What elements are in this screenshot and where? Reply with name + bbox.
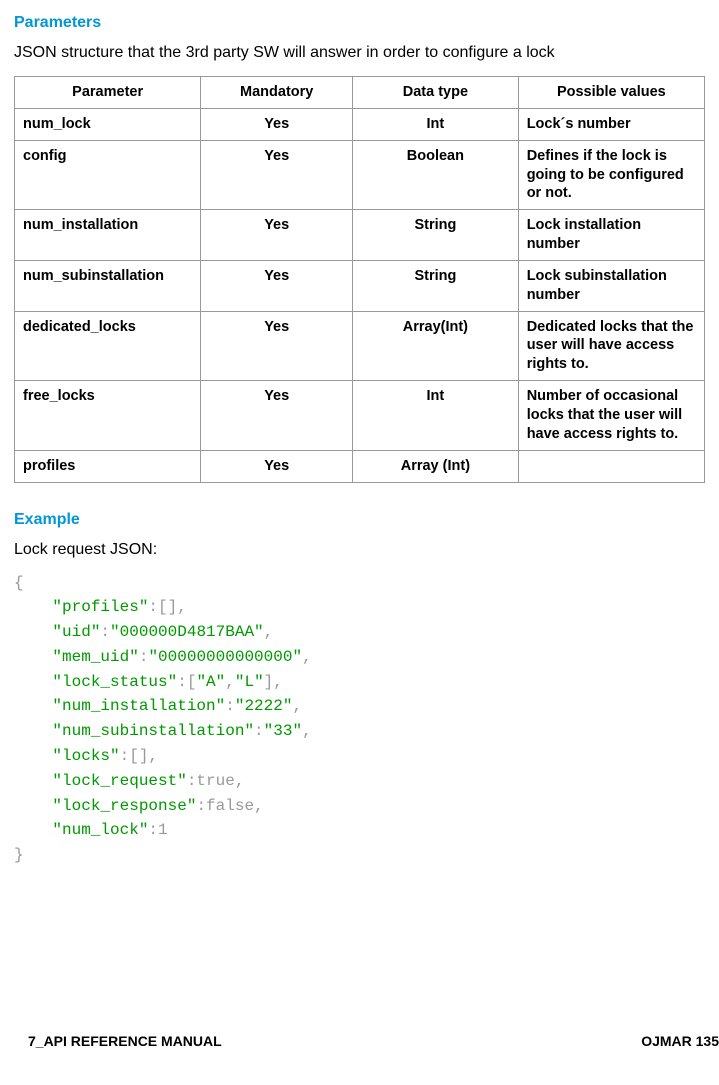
cell-possible-values — [518, 450, 704, 482]
table-row: dedicated_locksYesArray(Int)Dedicated lo… — [15, 311, 705, 381]
cell-mandatory: Yes — [201, 210, 353, 261]
cell-mandatory: Yes — [201, 140, 353, 210]
table-header-row: Parameter Mandatory Data type Possible v… — [15, 77, 705, 109]
parameters-table: Parameter Mandatory Data type Possible v… — [14, 76, 705, 483]
cell-mandatory: Yes — [201, 311, 353, 381]
cell-parameter: free_locks — [15, 381, 201, 451]
footer-right: OJMAR 135 — [641, 1033, 719, 1049]
parameters-heading: Parameters — [14, 14, 705, 32]
cell-parameter: profiles — [15, 450, 201, 482]
cell-possible-values: Lock´s number — [518, 108, 704, 140]
cell-datatype: Boolean — [353, 140, 519, 210]
cell-datatype: String — [353, 210, 519, 261]
cell-possible-values: Lock subinstallation number — [518, 260, 704, 311]
col-header-parameter: Parameter — [15, 77, 201, 109]
cell-parameter: dedicated_locks — [15, 311, 201, 381]
code-block: { "profiles":[], "uid":"000000D4817BAA",… — [14, 571, 705, 869]
table-row: num_lockYesIntLock´s number — [15, 108, 705, 140]
col-header-datatype: Data type — [353, 77, 519, 109]
table-row: num_installationYesStringLock installati… — [15, 210, 705, 261]
col-header-mandatory: Mandatory — [201, 77, 353, 109]
cell-datatype: Array (Int) — [353, 450, 519, 482]
cell-datatype: String — [353, 260, 519, 311]
footer-left: 7_API REFERENCE MANUAL — [28, 1033, 222, 1049]
cell-datatype: Int — [353, 108, 519, 140]
cell-mandatory: Yes — [201, 381, 353, 451]
table-row: num_subinstallationYesStringLock subinst… — [15, 260, 705, 311]
cell-datatype: Int — [353, 381, 519, 451]
cell-possible-values: Number of occasional locks that the user… — [518, 381, 704, 451]
cell-parameter: num_installation — [15, 210, 201, 261]
example-label: Lock request JSON: — [14, 541, 705, 559]
parameters-intro: JSON structure that the 3rd party SW wil… — [14, 44, 705, 62]
cell-possible-values: Defines if the lock is going to be confi… — [518, 140, 704, 210]
page-footer: 7_API REFERENCE MANUAL OJMAR 135 — [28, 1033, 719, 1049]
cell-mandatory: Yes — [201, 108, 353, 140]
table-row: profilesYesArray (Int) — [15, 450, 705, 482]
cell-mandatory: Yes — [201, 450, 353, 482]
table-row: free_locksYesIntNumber of occasional loc… — [15, 381, 705, 451]
table-row: configYesBooleanDefines if the lock is g… — [15, 140, 705, 210]
cell-parameter: num_lock — [15, 108, 201, 140]
cell-parameter: num_subinstallation — [15, 260, 201, 311]
cell-possible-values: Lock installation number — [518, 210, 704, 261]
cell-possible-values: Dedicated locks that the user will have … — [518, 311, 704, 381]
cell-mandatory: Yes — [201, 260, 353, 311]
example-heading: Example — [14, 511, 705, 529]
cell-datatype: Array(Int) — [353, 311, 519, 381]
cell-parameter: config — [15, 140, 201, 210]
col-header-possible: Possible values — [518, 77, 704, 109]
